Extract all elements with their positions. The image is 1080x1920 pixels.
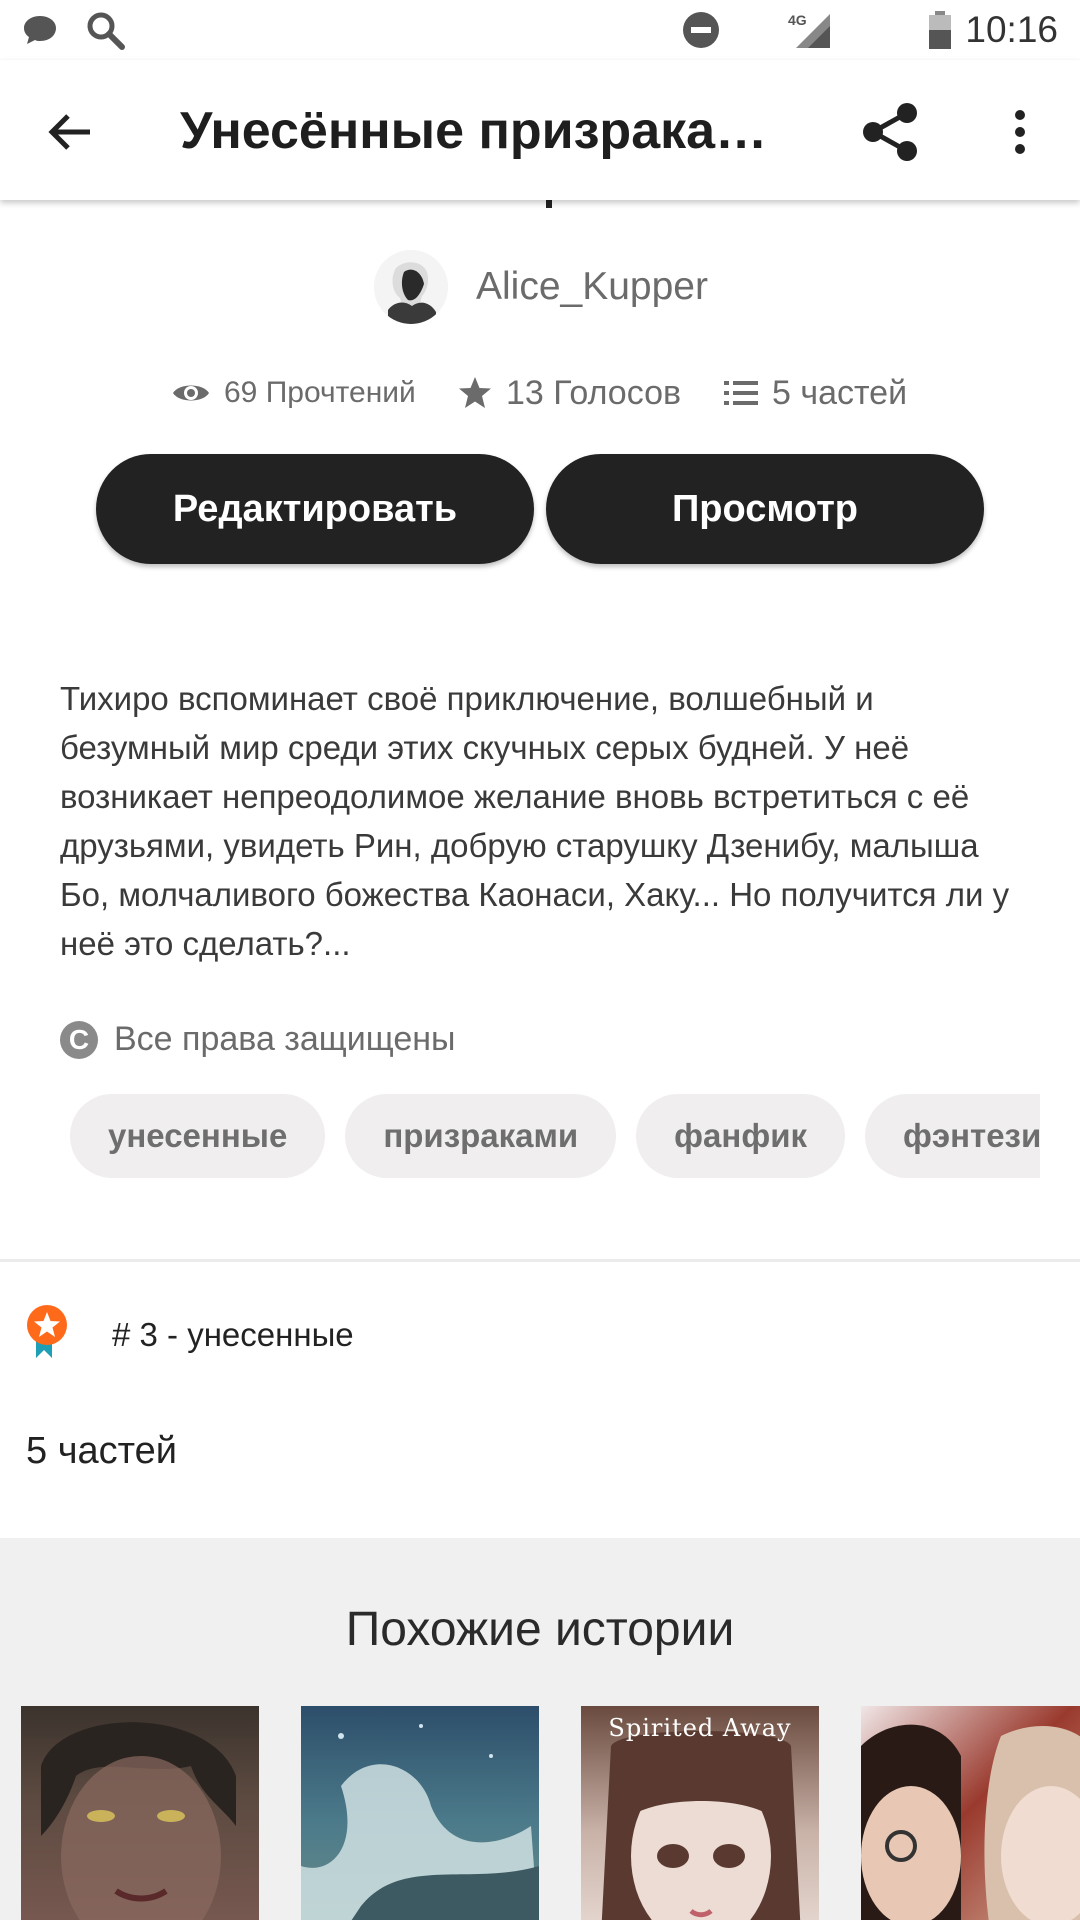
- story-cover[interactable]: [21, 1706, 259, 1920]
- avatar[interactable]: [374, 250, 448, 324]
- ranking[interactable]: # 3 - унесенные: [24, 1304, 354, 1365]
- signal-icon: [792, 0, 832, 60]
- tag-chip[interactable]: фэнтези: [865, 1094, 1040, 1178]
- story-description: Тихиро вспоминает своё приключение, волш…: [60, 680, 1010, 962]
- tag-chip[interactable]: призраками: [345, 1094, 617, 1178]
- status-time: 10:16: [965, 9, 1058, 50]
- votes-stat: 13 Голосов: [458, 368, 681, 418]
- list-icon: [724, 379, 758, 407]
- story-cover[interactable]: Spirited Away: [581, 1706, 819, 1920]
- reads-stat: 69 Прочтений: [172, 368, 416, 418]
- copyright-icon: C: [60, 1020, 98, 1059]
- parts-stat: 5 частей: [724, 368, 907, 418]
- story-cover[interactable]: [861, 1706, 1080, 1920]
- eye-icon: [172, 380, 210, 406]
- votes-count: 13 Голосов: [506, 373, 682, 412]
- parts-count-stat: 5 частей: [772, 373, 908, 412]
- cover-title: Spirited Away: [608, 1714, 792, 1742]
- similar-stories: Похожие истории Spirited Away: [0, 1538, 1080, 1920]
- author[interactable]: Alice_Kupper: [374, 250, 708, 324]
- parts-count[interactable]: 5 частей: [26, 1430, 177, 1473]
- similar-stories-title: Похожие истории: [345, 1603, 735, 1656]
- more-options-button[interactable]: [980, 92, 1060, 172]
- tag-chip[interactable]: фанфик: [636, 1094, 846, 1178]
- arrow-back-icon: [48, 114, 90, 150]
- app-bar: Унесённые призраками....: [0, 60, 1080, 200]
- ranking-badge-icon: [24, 1304, 70, 1365]
- story-cover[interactable]: [301, 1706, 539, 1920]
- search-icon: [84, 0, 126, 60]
- back-button[interactable]: [30, 92, 110, 172]
- tag-list: унесенные призраками фанфик фэнтези: [70, 1094, 1040, 1178]
- copyright-text: Все права защищены: [114, 1020, 456, 1058]
- ranking-text[interactable]: # 3 - унесенные: [112, 1316, 354, 1354]
- status-bar: 4G 10:16: [0, 0, 1080, 60]
- copyright: C Все права защищены: [60, 1020, 455, 1059]
- share-icon: [863, 103, 917, 161]
- preview-button[interactable]: Просмотр: [546, 454, 984, 564]
- divider: [0, 1259, 1080, 1262]
- chat-bubble-icon: [22, 0, 58, 60]
- edit-button[interactable]: Редактировать: [96, 454, 534, 564]
- more-vert-icon: [1015, 110, 1025, 154]
- author-name[interactable]: Alice_Kupper: [476, 265, 708, 309]
- tag-chip[interactable]: унесенные: [70, 1094, 326, 1178]
- story-stats: 69 Прочтений 13 Голосов 5 частей: [0, 368, 1080, 418]
- battery-icon: [928, 0, 952, 60]
- page-title: Унесённые призраками....: [180, 102, 800, 160]
- reads-count: 69 Прочтений: [224, 376, 416, 409]
- star-icon: [458, 376, 492, 410]
- do-not-disturb-icon: [682, 0, 720, 60]
- share-button[interactable]: [850, 92, 930, 172]
